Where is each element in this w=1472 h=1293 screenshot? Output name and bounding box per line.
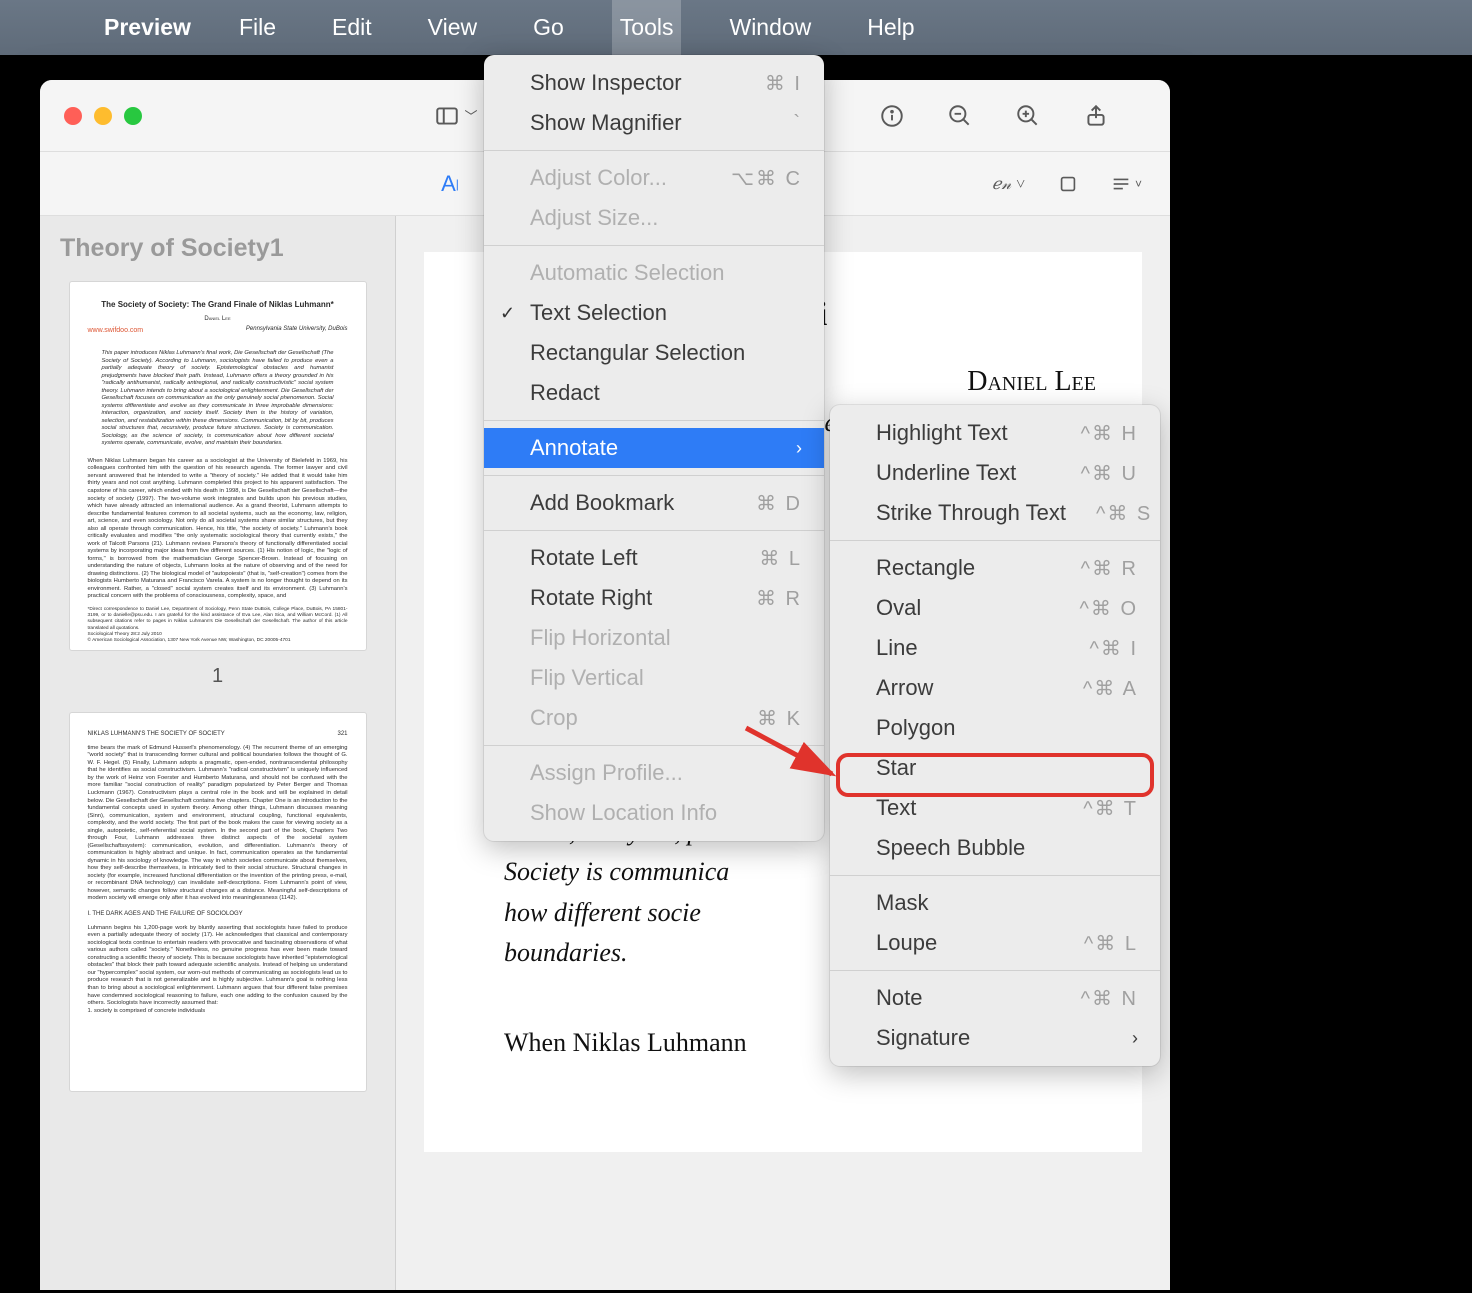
menu-note[interactable]: Note^⌘ N bbox=[830, 978, 1160, 1018]
zoom-in-button[interactable] bbox=[1006, 96, 1050, 136]
menubar: Preview File Edit View Go Tools Window H… bbox=[0, 0, 1472, 55]
menu-mask[interactable]: Mask bbox=[830, 883, 1160, 923]
thumb-author: Daniel Lee bbox=[88, 316, 348, 324]
signature-button[interactable]: ℯ𝓃 ˅ bbox=[992, 166, 1026, 202]
menu-polygon[interactable]: Polygon bbox=[830, 708, 1160, 748]
menu-assign-profile: Assign Profile... bbox=[484, 753, 824, 793]
thumb2-pagenum: 321 bbox=[337, 731, 347, 739]
menu-rectangular-selection[interactable]: Rectangular Selection bbox=[484, 333, 824, 373]
info-button[interactable] bbox=[870, 96, 914, 136]
menu-rectangle[interactable]: Rectangle^⌘ R bbox=[830, 548, 1160, 588]
window-controls bbox=[64, 107, 142, 125]
menu-strike-text[interactable]: Strike Through Text^⌘ S bbox=[830, 493, 1160, 533]
close-window-button[interactable] bbox=[64, 107, 82, 125]
thumb2-body2: Luhmann begins his 1,200-page work by bl… bbox=[88, 925, 348, 1015]
thumbnail-page-1[interactable]: The Society of Society: The Grand Finale… bbox=[69, 281, 367, 651]
tools-menu: Show Inspector⌘ I Show Magnifier` Adjust… bbox=[484, 55, 824, 841]
menu-crop: Crop⌘ K bbox=[484, 698, 824, 738]
sidebar-doc-title: Theory of Society1 bbox=[60, 234, 377, 263]
annotate-submenu: Highlight Text^⌘ H Underline Text^⌘ U St… bbox=[830, 405, 1160, 1066]
chevron-down-icon: ﹀ bbox=[464, 106, 477, 125]
shape-fill-button[interactable] bbox=[1050, 166, 1086, 202]
menu-loupe[interactable]: Loupe^⌘ L bbox=[830, 923, 1160, 963]
menu-arrow[interactable]: Arrow^⌘ A bbox=[830, 668, 1160, 708]
menu-show-inspector[interactable]: Show Inspector⌘ I bbox=[484, 63, 824, 103]
menu-help[interactable]: Help bbox=[859, 0, 922, 55]
menu-annotate[interactable]: Annotate› bbox=[484, 428, 824, 468]
thumbnails-sidebar: Theory of Society1 The Society of Societ… bbox=[40, 216, 396, 1290]
menu-rotate-right[interactable]: Rotate Right⌘ R bbox=[484, 578, 824, 618]
menu-adjust-color: Adjust Color...⌥⌘ C bbox=[484, 158, 824, 198]
menu-line[interactable]: Line^⌘ I bbox=[830, 628, 1160, 668]
thumbnail-page-2[interactable]: NIKLAS LUHMANN'S THE SOCIETY OF SOCIETY … bbox=[69, 712, 367, 1092]
app-name[interactable]: Preview bbox=[104, 14, 191, 41]
menu-flip-vertical: Flip Vertical bbox=[484, 658, 824, 698]
thumb-watermark: www.swifdoo.com bbox=[88, 326, 144, 342]
chevron-right-icon: › bbox=[1112, 1028, 1138, 1049]
sidebar-toggle-button[interactable]: ﹀ bbox=[434, 96, 478, 136]
menu-tools[interactable]: Tools bbox=[612, 0, 682, 55]
menu-show-location: Show Location Info bbox=[484, 793, 824, 833]
menu-automatic-selection: Automatic Selection bbox=[484, 253, 824, 293]
thumb-footnote: *Direct correspondence to Daniel Lee, De… bbox=[88, 607, 348, 644]
menu-redact[interactable]: Redact bbox=[484, 373, 824, 413]
menu-edit[interactable]: Edit bbox=[324, 0, 380, 55]
thumb-body: When Niklas Luhmann began his career as … bbox=[88, 458, 348, 601]
description-button[interactable]: ˅ bbox=[1110, 166, 1142, 202]
thumb2-body: time bears the mark of Edmund Husserl's … bbox=[88, 745, 348, 903]
menu-highlight-text[interactable]: Highlight Text^⌘ H bbox=[830, 413, 1160, 453]
fullscreen-window-button[interactable] bbox=[124, 107, 142, 125]
menu-view[interactable]: View bbox=[420, 0, 485, 55]
menu-flip-horizontal: Flip Horizontal bbox=[484, 618, 824, 658]
chevron-right-icon: › bbox=[776, 438, 802, 459]
text-tool-button[interactable]: A| bbox=[432, 166, 468, 202]
thumb-affiliation: Pennsylvania State University, DuBois bbox=[246, 326, 348, 334]
minimize-window-button[interactable] bbox=[94, 107, 112, 125]
menu-text-selection[interactable]: Text Selection bbox=[484, 293, 824, 333]
menu-underline-text[interactable]: Underline Text^⌘ U bbox=[830, 453, 1160, 493]
menu-signature[interactable]: Signature› bbox=[830, 1018, 1160, 1058]
menu-window[interactable]: Window bbox=[721, 0, 819, 55]
thumb2-header: NIKLAS LUHMANN'S THE SOCIETY OF SOCIETY bbox=[88, 731, 225, 739]
menu-rotate-left[interactable]: Rotate Left⌘ L bbox=[484, 538, 824, 578]
thumb-abstract: This paper introduces Niklas Luhmann's f… bbox=[88, 350, 348, 448]
menu-file[interactable]: File bbox=[231, 0, 284, 55]
thumb-title: The Society of Society: The Grand Finale… bbox=[88, 300, 348, 310]
menu-adjust-size: Adjust Size... bbox=[484, 198, 824, 238]
menu-star[interactable]: Star bbox=[830, 748, 1160, 788]
share-button[interactable] bbox=[1074, 96, 1118, 136]
menu-text-annotation[interactable]: Text^⌘ T bbox=[830, 788, 1160, 828]
menu-show-magnifier[interactable]: Show Magnifier` bbox=[484, 103, 824, 143]
menu-oval[interactable]: Oval^⌘ O bbox=[830, 588, 1160, 628]
menu-go[interactable]: Go bbox=[525, 0, 572, 55]
thumb2-section: I. THE DARK AGES AND THE FAILURE OF SOCI… bbox=[88, 911, 348, 919]
menu-add-bookmark[interactable]: Add Bookmark⌘ D bbox=[484, 483, 824, 523]
menu-speech-bubble[interactable]: Speech Bubble bbox=[830, 828, 1160, 868]
zoom-out-button[interactable] bbox=[938, 96, 982, 136]
page-number-1: 1 bbox=[58, 665, 377, 688]
